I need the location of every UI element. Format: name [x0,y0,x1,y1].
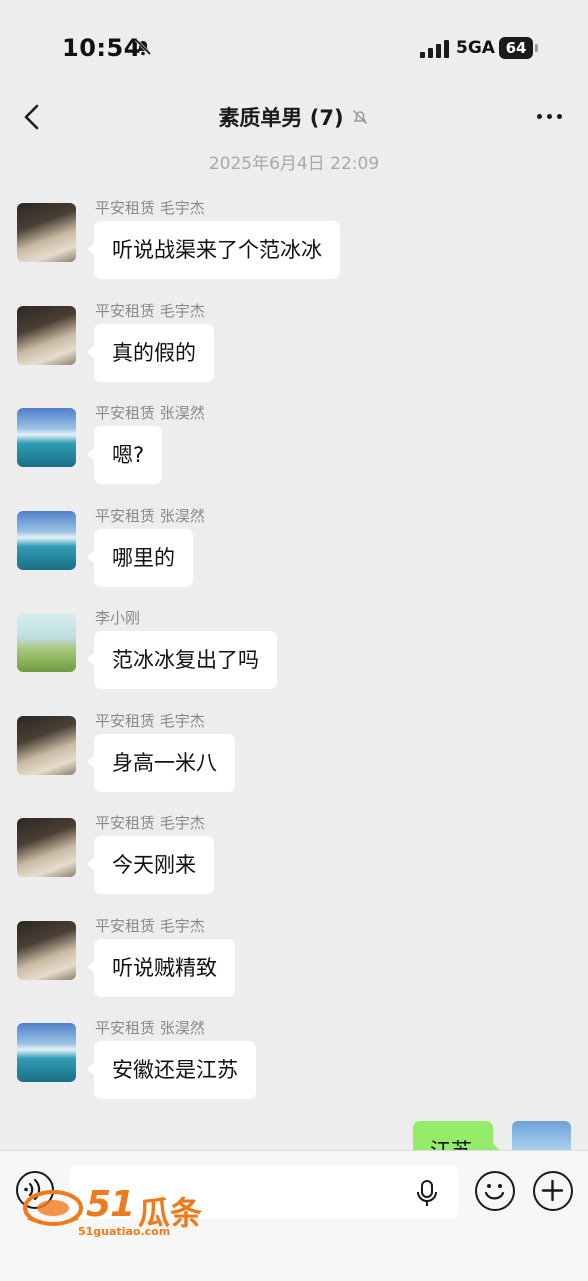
avatar[interactable] [17,716,76,775]
avatar[interactable] [17,921,76,980]
sender-name: 平安租赁 毛宇杰 [95,302,205,320]
sender-name: 平安租赁 毛宇杰 [95,814,205,832]
emoji-icon-glyph [484,1184,505,1200]
battery-tip [535,44,538,52]
avatar[interactable] [17,818,76,877]
message-bubble[interactable]: 今天刚来 [87,836,214,894]
message-bubble[interactable]: 听说贼精致 [87,939,235,997]
watermark-url: 51guatiao.com [78,1225,171,1238]
avatar[interactable] [17,511,76,570]
more-dot [537,114,542,119]
sender-name: 平安租赁 张淏然 [95,507,205,525]
sender-name: 平安租赁 毛宇杰 [95,917,205,935]
plus-icon-glyph [541,1179,564,1202]
watermark-emblem-icon [23,1190,83,1226]
more-dot [547,114,552,119]
sender-name: 平安租赁 张淏然 [95,404,205,422]
signal-icon [420,40,449,58]
message-bubble[interactable]: 安徽还是江苏 [87,1041,256,1099]
sender-name: 平安租赁 毛宇杰 [95,712,205,730]
plus-icon[interactable] [533,1171,573,1211]
chat-title-wrap: 素质单男 (7) [0,102,588,132]
message-bubble[interactable]: 听说战渠来了个范冰冰 [87,221,340,279]
message-bubble[interactable]: 范冰冰复出了吗 [87,631,277,689]
watermark-number: 51 [86,1184,135,1225]
date-divider: 2025年6月4日 22:09 [208,154,380,174]
battery-icon: 64 [499,37,533,59]
mute-icon [352,109,367,125]
more-icon[interactable] [537,114,562,119]
message-bubble[interactable]: 哪里的 [87,529,193,587]
more-dot [557,114,562,119]
message-bubble[interactable]: 身高一米八 [87,734,235,792]
page-title[interactable]: 素质单男 (7) [218,102,343,132]
emoji-icon[interactable] [475,1171,515,1211]
avatar[interactable] [17,408,76,467]
watermark-logo: 51 瓜条 51guatiao.com [20,1180,210,1240]
sender-name: 平安租赁 张淏然 [95,1019,205,1037]
message-bubble[interactable]: 真的假的 [87,324,214,382]
avatar[interactable] [17,203,76,262]
message-bubble[interactable]: 嗯? [86,426,163,484]
sender-name: 平安租赁 毛宇杰 [95,199,205,217]
avatar[interactable] [17,613,76,672]
avatar[interactable] [17,1023,76,1082]
status-time: 10:54 [62,34,141,62]
nav-bar: 素质单男 (7) [0,90,588,146]
network-type: 5GA [456,38,495,58]
avatar[interactable] [17,306,76,365]
mic-icon[interactable] [415,1179,439,1207]
sender-name: 李小刚 [95,609,141,627]
status-bar: 10:54 5GA 64 [0,0,588,90]
bell-off-icon [134,38,152,56]
